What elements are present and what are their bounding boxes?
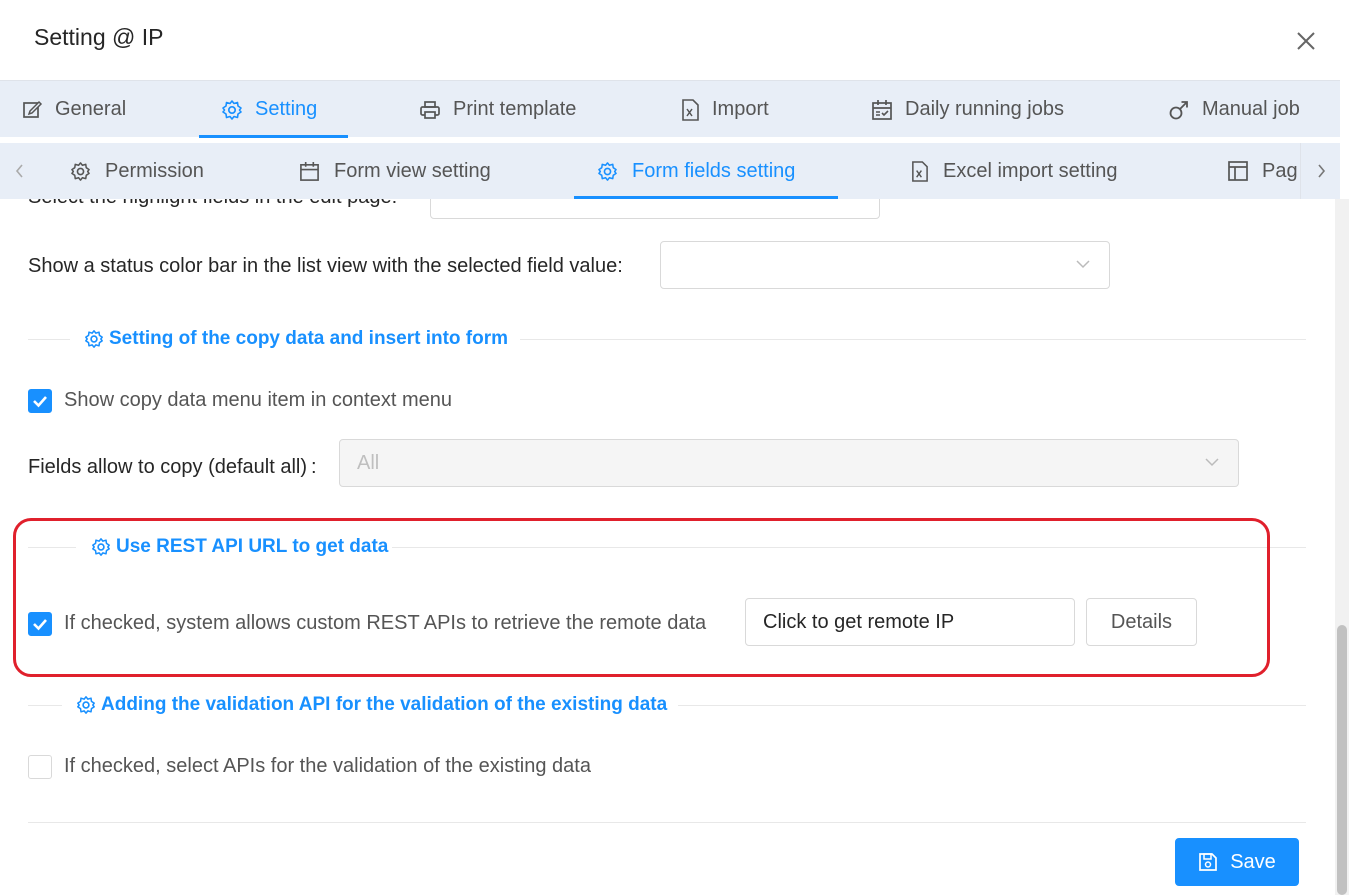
copy-menu-label: Show copy data menu item in context menu bbox=[64, 389, 452, 411]
save-button[interactable]: Save bbox=[1175, 838, 1299, 886]
tab-print-template[interactable]: Print template bbox=[419, 81, 576, 138]
status-color-bar-label: Show a status color bar in the list view… bbox=[28, 255, 623, 277]
tab-form-view-setting[interactable]: Form view setting bbox=[299, 143, 491, 199]
sub-tab-list: Permission Form view setting Form fields… bbox=[40, 143, 1300, 199]
section-divider-line bbox=[678, 705, 1306, 706]
sub-tab-bar: Permission Form view setting Form fields… bbox=[0, 143, 1340, 199]
gear-icon bbox=[71, 161, 90, 181]
settings-content: Select the highlight fields in the edit … bbox=[0, 199, 1335, 895]
tab-page[interactable]: Pag bbox=[1228, 143, 1298, 199]
male-icon bbox=[1169, 100, 1188, 119]
tab-permission-label: Permission bbox=[105, 159, 204, 182]
copy-menu-checkbox[interactable] bbox=[28, 389, 52, 413]
close-icon[interactable] bbox=[1292, 27, 1320, 55]
tab-setting[interactable]: Setting bbox=[221, 81, 317, 138]
tab-scroll-right-button[interactable] bbox=[1300, 143, 1340, 199]
calendar-check-icon bbox=[872, 99, 892, 120]
footer-divider bbox=[28, 822, 1306, 823]
layout-icon bbox=[1228, 161, 1248, 181]
remote-ip-input[interactable]: Click to get remote IP bbox=[745, 598, 1075, 646]
fields-allow-copy-placeholder: All bbox=[357, 452, 380, 474]
tab-manual-job[interactable]: Manual job bbox=[1168, 81, 1300, 138]
tab-form-fields-setting-label: Form fields setting bbox=[632, 159, 796, 182]
excel-file-icon bbox=[912, 160, 928, 182]
vertical-scrollbar[interactable] bbox=[1335, 199, 1349, 895]
validation-api-checkbox[interactable] bbox=[28, 755, 52, 779]
section-divider-line bbox=[28, 339, 70, 340]
section-divider-line bbox=[392, 547, 1306, 548]
chevron-right-icon bbox=[1317, 164, 1325, 178]
tab-excel-import-setting[interactable]: Excel import setting bbox=[910, 143, 1118, 199]
rest-api-section-title: Use REST API URL to get data bbox=[91, 536, 388, 558]
rest-api-section-label: Use REST API URL to get data bbox=[116, 536, 389, 557]
scrollbar-thumb[interactable] bbox=[1337, 625, 1347, 895]
tab-scroll-left-button[interactable] bbox=[0, 143, 40, 199]
gear-icon bbox=[77, 696, 95, 714]
tab-daily-running-jobs[interactable]: Daily running jobs bbox=[871, 81, 1064, 138]
save-button-label: Save bbox=[1230, 850, 1276, 873]
checkmark-icon bbox=[33, 619, 47, 631]
tab-print-template-label: Print template bbox=[453, 98, 577, 120]
tab-setting-label: Setting bbox=[255, 98, 318, 120]
highlight-fields-select[interactable] bbox=[430, 199, 880, 219]
tab-excel-import-setting-label: Excel import setting bbox=[943, 159, 1118, 182]
gear-icon bbox=[222, 99, 242, 120]
tab-permission[interactable]: Permission bbox=[70, 143, 204, 199]
highlight-fields-label: Select the highlight fields in the edit … bbox=[28, 199, 397, 209]
dialog-title: Setting @ IP bbox=[34, 24, 164, 50]
validation-section-label: Adding the validation API for the valida… bbox=[101, 694, 668, 715]
tab-general[interactable]: General bbox=[22, 81, 126, 138]
tab-form-view-setting-label: Form view setting bbox=[334, 159, 491, 182]
section-divider-line bbox=[520, 339, 1306, 340]
chevron-down-icon bbox=[1076, 260, 1090, 269]
printer-icon bbox=[420, 100, 440, 119]
validation-section-title: Adding the validation API for the valida… bbox=[76, 694, 667, 716]
section-divider-line bbox=[28, 547, 76, 548]
chevron-left-icon bbox=[15, 164, 23, 178]
fields-allow-copy-select[interactable]: All bbox=[339, 439, 1239, 487]
edit-icon bbox=[23, 100, 43, 118]
gear-icon bbox=[92, 538, 110, 556]
tab-form-fields-setting[interactable]: Form fields setting bbox=[597, 143, 795, 199]
copy-data-section-label: Setting of the copy data and insert into… bbox=[109, 328, 509, 349]
fields-allow-copy-colon: : bbox=[311, 456, 317, 478]
validation-api-label: If checked, select APIs for the validati… bbox=[64, 755, 591, 777]
excel-file-icon bbox=[682, 98, 699, 121]
chevron-down-icon bbox=[1205, 458, 1219, 467]
tab-page-label: Pag bbox=[1262, 159, 1298, 182]
calendar-icon bbox=[300, 161, 319, 181]
dialog-header: Setting @ IP bbox=[0, 0, 1349, 80]
gear-icon bbox=[598, 161, 617, 181]
tab-manual-job-label: Manual job bbox=[1202, 98, 1300, 120]
checkmark-icon bbox=[33, 396, 47, 408]
save-icon bbox=[1199, 853, 1218, 871]
status-color-bar-select[interactable] bbox=[660, 241, 1110, 289]
main-tab-active-indicator bbox=[199, 135, 348, 138]
tab-general-label: General bbox=[55, 98, 127, 120]
tab-daily-running-jobs-label: Daily running jobs bbox=[905, 98, 1064, 120]
gear-icon bbox=[85, 330, 103, 348]
tab-import-label: Import bbox=[712, 98, 769, 120]
tab-import[interactable]: Import bbox=[680, 81, 769, 138]
fields-allow-copy-label: Fields allow to copy (default all): bbox=[28, 456, 317, 479]
rest-api-label: If checked, system allows custom REST AP… bbox=[64, 612, 707, 634]
section-divider-line bbox=[28, 705, 62, 706]
main-tab-bar: General Setting Print template Import Da… bbox=[0, 80, 1340, 138]
rest-api-checkbox[interactable] bbox=[28, 612, 52, 636]
fields-allow-copy-text: Fields allow to copy (default all) bbox=[28, 456, 308, 478]
copy-data-section-title: Setting of the copy data and insert into… bbox=[84, 328, 508, 350]
details-button[interactable]: Details bbox=[1086, 598, 1197, 646]
